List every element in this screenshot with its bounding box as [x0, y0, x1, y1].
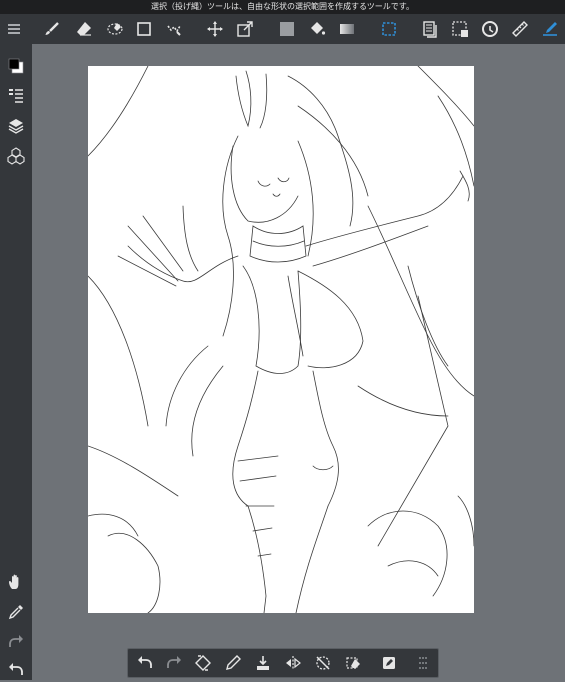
eraser-icon[interactable] [72, 17, 96, 41]
fill-bucket-icon[interactable] [305, 17, 329, 41]
flip-icon[interactable] [282, 652, 304, 674]
left-sidebar [0, 44, 32, 680]
ruler-icon[interactable] [508, 17, 532, 41]
transform-selection-icon[interactable] [192, 652, 214, 674]
materials-icon[interactable] [4, 144, 28, 168]
pencil-icon[interactable] [222, 652, 244, 674]
character-sketch [88, 66, 474, 613]
selection-icon[interactable] [377, 17, 401, 41]
pen-blue-icon[interactable] [538, 17, 562, 41]
deselect-icon[interactable] [312, 652, 334, 674]
brush-icon[interactable] [40, 17, 64, 41]
edit-icon[interactable] [378, 652, 400, 674]
layer-properties-icon[interactable] [4, 84, 28, 108]
transform-icon[interactable] [233, 17, 257, 41]
more-icon[interactable] [412, 652, 434, 674]
redo-circle-icon[interactable] [478, 17, 502, 41]
tool-hint-bar: 選択（投げ縄）ツールは、自由な形状の選択範囲を作成するツールです。 [0, 0, 565, 14]
undo-icon[interactable] [134, 652, 156, 674]
fill-selection-icon[interactable] [252, 652, 274, 674]
drawing-canvas[interactable] [88, 66, 474, 613]
redo-icon[interactable] [4, 630, 28, 654]
menu-icon[interactable] [2, 17, 26, 41]
fill-color-icon[interactable] [275, 17, 299, 41]
rectangle-select-icon[interactable] [132, 17, 156, 41]
eyedropper-icon[interactable] [4, 600, 28, 624]
color-swatch-icon[interactable] [4, 54, 28, 78]
undo-icon[interactable] [4, 658, 28, 682]
layers-icon[interactable] [4, 114, 28, 138]
select-layer-icon[interactable] [448, 17, 472, 41]
redo-icon[interactable] [163, 652, 185, 674]
lasso-select-icon[interactable] [162, 17, 186, 41]
gradient-icon[interactable] [335, 17, 359, 41]
layer-copy-icon[interactable] [418, 17, 442, 41]
move-icon[interactable] [203, 17, 227, 41]
clear-icon[interactable] [342, 652, 364, 674]
top-toolbar [0, 14, 565, 44]
hand-icon[interactable] [4, 570, 28, 594]
selection-launcher [127, 648, 439, 678]
lasso-eraser-icon[interactable] [103, 17, 127, 41]
